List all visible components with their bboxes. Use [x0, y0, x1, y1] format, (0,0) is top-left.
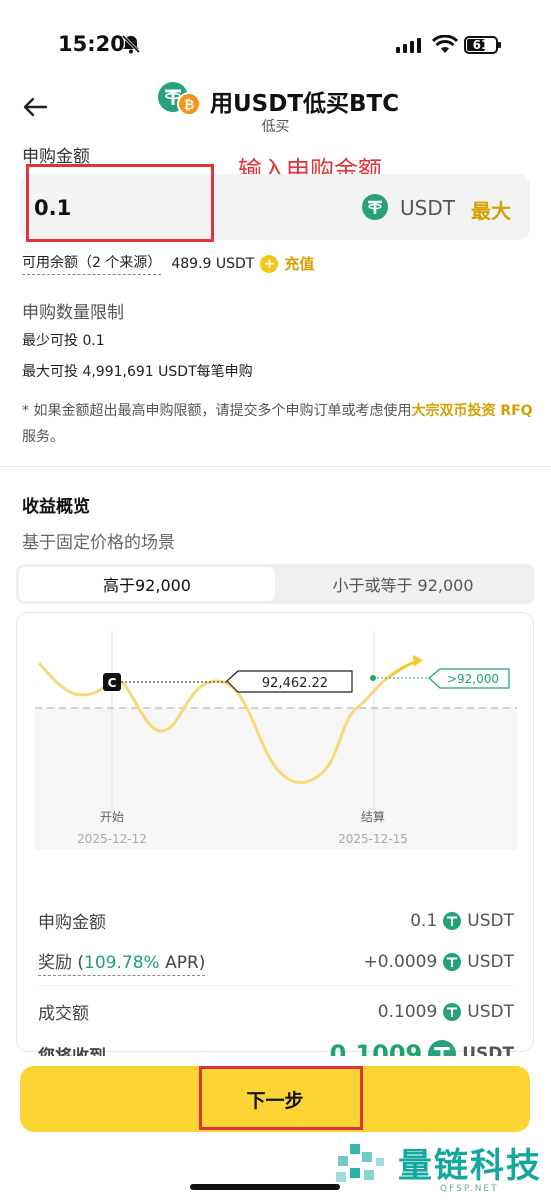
deal-unit: USDT — [467, 1001, 514, 1022]
reward-prefix: 奖励 ( — [38, 953, 85, 973]
watermark-text: 量链科技 — [398, 1146, 542, 1186]
rfq-link[interactable]: 大宗双币投资 RFQ — [411, 403, 532, 419]
chart-below-zone — [35, 708, 517, 850]
current-marker-letter: C — [108, 676, 117, 690]
section-divider — [0, 466, 551, 467]
detail-row-reward: 奖励 (109.78% APR) +0.0009 USDT — [38, 948, 514, 976]
scenario-chart: C 92,462.22 >92,000 开始 2025-12-12 结算 202… — [35, 631, 517, 850]
note-suffix: 服务。 — [22, 429, 64, 445]
reward-value: +0.0009 — [363, 952, 438, 972]
detail-row-deal: 成交额 0.1009 USDT — [38, 999, 514, 1025]
usdt-icon — [362, 194, 388, 220]
reward-apr: 109.78% — [84, 953, 160, 973]
usdt-icon — [443, 1002, 462, 1021]
limit-max: 最大可投 4,991,691 USDT每笔申购 — [22, 364, 253, 380]
tab-above-price[interactable]: 高于92,000 — [19, 567, 275, 601]
tab-below-or-equal-price[interactable]: 小于或等于 92,000 — [275, 567, 531, 601]
reward-unit: USDT — [467, 952, 514, 972]
detail-amount-value: 0.1 — [410, 910, 438, 931]
cell-signal-icon — [396, 38, 421, 53]
profit-subtitle: 基于固定价格的场景 — [22, 533, 175, 553]
settle-label: 结算 — [361, 809, 385, 824]
reward-label[interactable]: 奖励 (109.78% APR) — [38, 948, 206, 976]
recharge-link[interactable]: 充值 — [284, 253, 314, 274]
wifi-icon — [432, 35, 458, 53]
bell-mute-icon — [121, 34, 141, 54]
detail-amount-unit: USDT — [467, 910, 514, 931]
page-title: 用USDT低买BTC — [210, 91, 400, 117]
plus-icon[interactable]: + — [260, 254, 279, 273]
usdt-icon — [443, 911, 462, 930]
annotation-highlight-input — [26, 164, 214, 242]
start-label: 开始 — [100, 810, 124, 824]
profit-title: 收益概览 — [22, 497, 90, 517]
annotation-highlight-button — [199, 1066, 363, 1130]
limit-min: 最少可投 0.1 — [22, 333, 105, 349]
scenario-card: C 92,462.22 >92,000 开始 2025-12-12 结算 202… — [16, 612, 534, 1052]
status-time: 15:20 — [58, 32, 125, 56]
deal-label: 成交额 — [38, 1004, 89, 1024]
page-subtitle: 低买 — [261, 119, 290, 135]
watermark-sub: QFSP.NET — [440, 1184, 499, 1194]
max-button[interactable]: 最大 — [471, 195, 511, 224]
start-date: 2025-12-12 — [77, 832, 147, 846]
scenario-tabs: 高于92,000 小于或等于 92,000 — [16, 564, 534, 604]
forecast-arrow-icon — [413, 655, 423, 667]
available-amount: 489.9 USDT — [171, 255, 255, 272]
battery-icon: 61 — [464, 36, 501, 54]
reward-suffix: APR) — [159, 953, 206, 973]
amount-unit: USDT — [400, 196, 455, 220]
home-indicator[interactable] — [190, 1184, 340, 1190]
available-balance: 可用余额（2 个来源） 489.9 USDT + 充值 — [22, 252, 314, 275]
details-divider — [38, 985, 514, 986]
target-label: >92,000 — [447, 672, 499, 686]
usdt-btc-coin-icon: ₿ — [158, 82, 201, 116]
note-text: * 如果金额超出最高申购限额，请提交多个申购订单或考虑使用 — [22, 403, 412, 419]
limits-note: * 如果金额超出最高申购限额，请提交多个申购订单或考虑使用大宗双币投资 RFQ … — [22, 398, 542, 450]
detail-row-amount: 申购金额 0.1 USDT — [38, 908, 514, 934]
deal-value: 0.1009 — [377, 1001, 438, 1022]
svg-text:₿: ₿ — [184, 98, 195, 113]
status-bar: 15:20 61 — [0, 0, 551, 90]
limits-title: 申购数量限制 — [22, 303, 124, 323]
usdt-icon — [443, 953, 462, 971]
settle-date: 2025-12-15 — [338, 832, 408, 846]
battery-level: 61 — [472, 38, 490, 52]
current-price-label: 92,462.22 — [262, 676, 328, 691]
available-label[interactable]: 可用余额（2 个来源） — [22, 252, 162, 275]
detail-amount-label: 申购金额 — [38, 913, 106, 933]
